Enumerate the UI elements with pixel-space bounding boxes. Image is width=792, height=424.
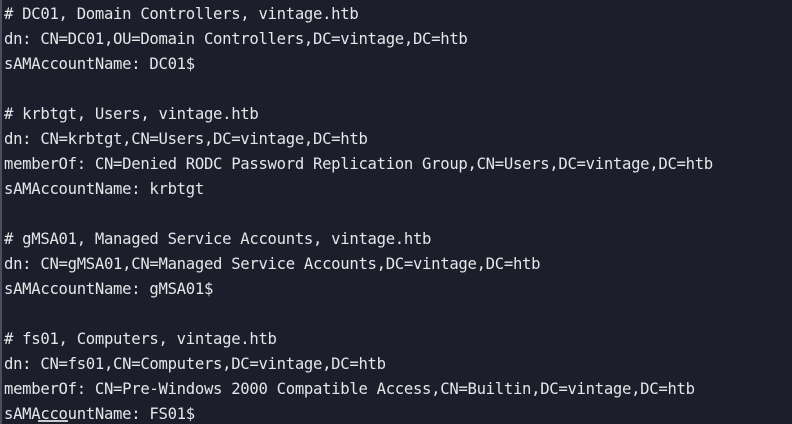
entry-samaccountname: sAMAccountName: FS01$ xyxy=(4,405,195,423)
entry-header: # DC01, Domain Controllers, vintage.htb xyxy=(4,5,359,23)
window-left-border xyxy=(0,0,2,424)
entry-header: # krbtgt, Users, vintage.htb xyxy=(4,105,259,123)
entry-memberof: memberOf: CN=Denied RODC Password Replic… xyxy=(4,155,713,173)
entry-dn: dn: CN=DC01,OU=Domain Controllers,DC=vin… xyxy=(4,30,468,48)
entry-dn: dn: CN=fs01,CN=Computers,DC=vintage,DC=h… xyxy=(4,355,386,373)
terminal-output[interactable]: # DC01, Domain Controllers, vintage.htb … xyxy=(0,0,792,424)
entry-memberof: memberOf: CN=Pre-Windows 2000 Compatible… xyxy=(4,380,695,398)
entry-dn: dn: CN=gMSA01,CN=Managed Service Account… xyxy=(4,255,541,273)
text-selection-underline xyxy=(38,420,68,422)
entry-header: # fs01, Computers, vintage.htb xyxy=(4,330,277,348)
entry-samaccountname: sAMAccountName: DC01$ xyxy=(4,55,195,73)
entry-samaccountname: sAMAccountName: gMSA01$ xyxy=(4,280,214,298)
entry-samaccountname: sAMAccountName: krbtgt xyxy=(4,180,204,198)
entry-header: # gMSA01, Managed Service Accounts, vint… xyxy=(4,230,432,248)
entry-dn: dn: CN=krbtgt,CN=Users,DC=vintage,DC=htb xyxy=(4,130,368,148)
